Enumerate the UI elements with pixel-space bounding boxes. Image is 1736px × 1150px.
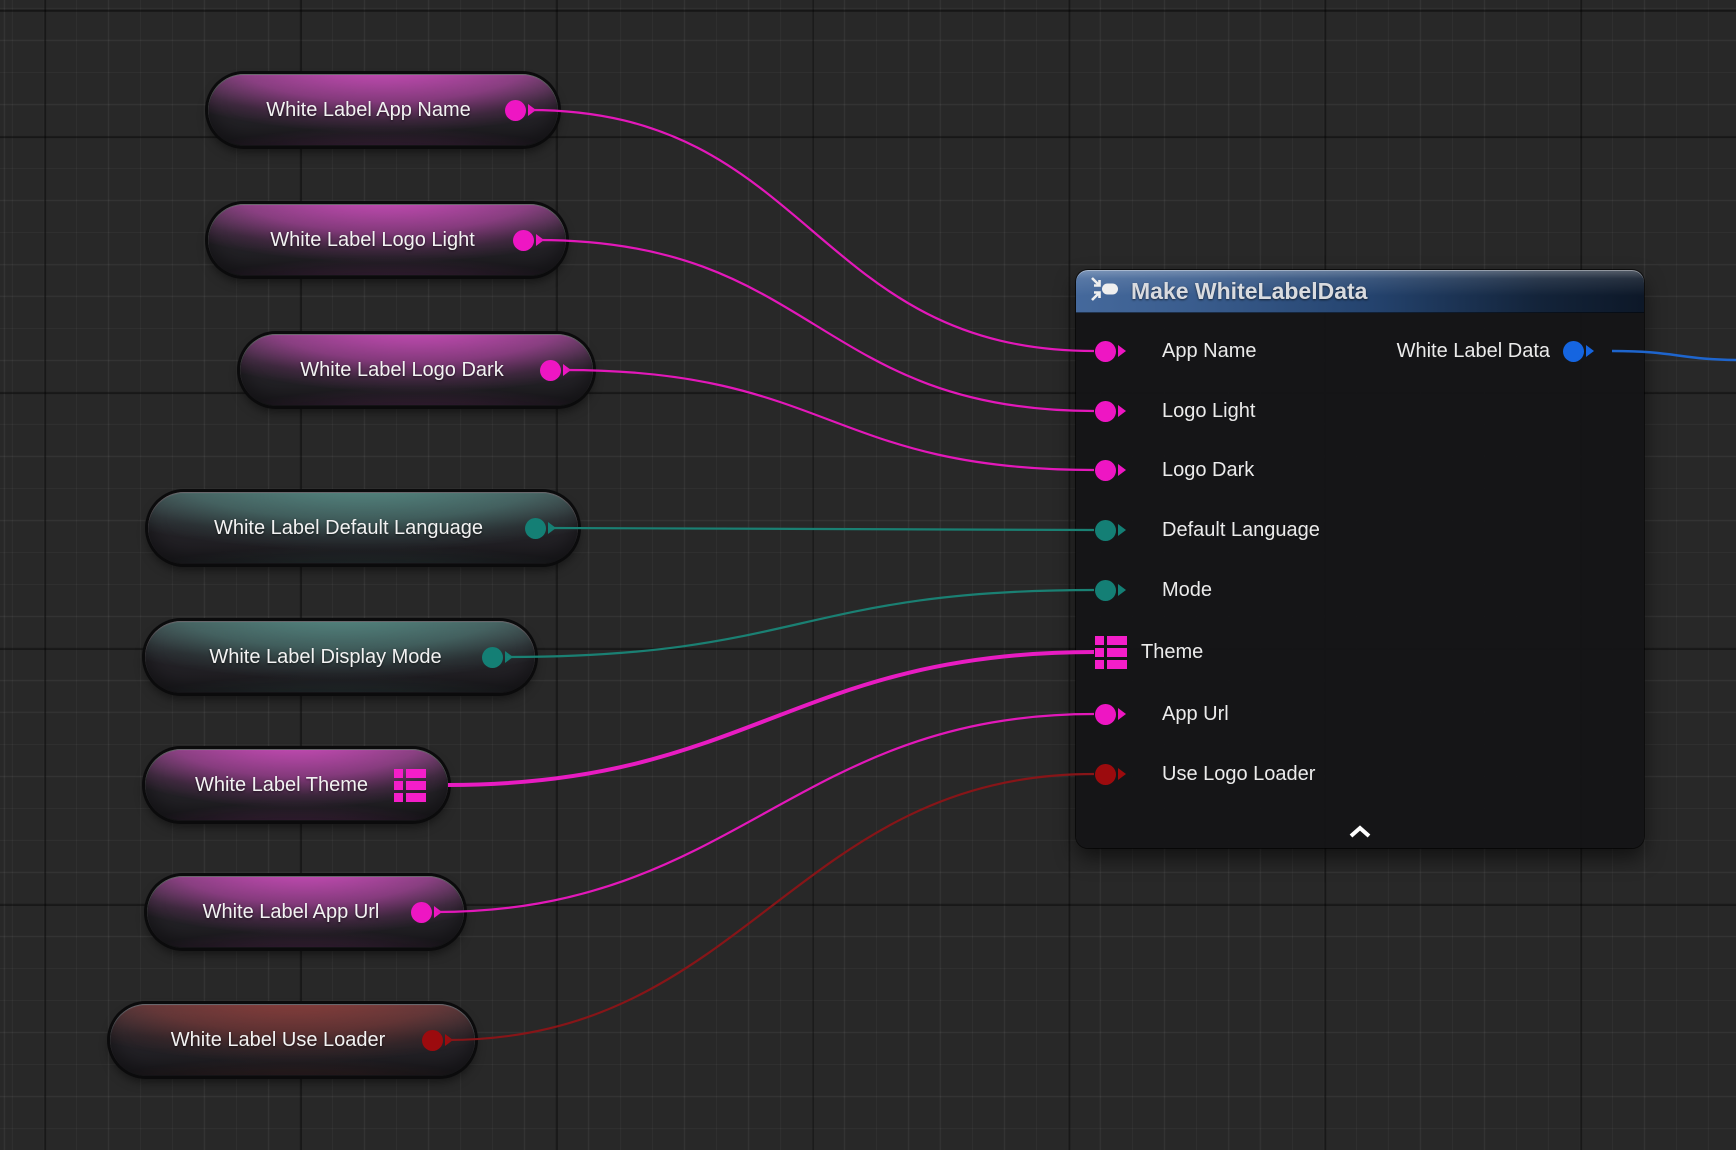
- var-node-white-label-logo-dark[interactable]: White Label Logo Dark: [240, 334, 593, 406]
- pin-circle: [513, 230, 534, 251]
- var-node-label: White Label Logo Light: [208, 229, 513, 252]
- var-node-label: White Label Display Mode: [145, 646, 482, 669]
- pin-circle: [505, 100, 526, 121]
- input-pin-label: App Url: [1162, 703, 1229, 726]
- var-node-white-label-theme[interactable]: White Label Theme: [145, 749, 448, 821]
- pin-circle: [1095, 460, 1116, 481]
- var-node-label: White Label App Name: [208, 99, 505, 122]
- input-pin-row: Use Logo Loader: [1095, 758, 1315, 790]
- pin-arrow: [1586, 345, 1594, 357]
- pin-arrow: [1118, 708, 1126, 720]
- var-node-white-label-logo-light[interactable]: White Label Logo Light: [208, 204, 566, 276]
- struct-grid-icon[interactable]: [394, 769, 426, 802]
- input-pin-label: Default Language: [1162, 519, 1320, 542]
- var-node-label: White Label Default Language: [148, 517, 525, 540]
- pin-circle: [422, 1030, 443, 1051]
- var-node-label: White Label Use Loader: [110, 1029, 422, 1052]
- input-pin-row: App Name: [1095, 335, 1257, 367]
- var-node-label: White Label Theme: [145, 774, 394, 797]
- var-node-white-label-app-name[interactable]: White Label App Name: [208, 74, 558, 146]
- input-pin-label: Theme: [1141, 641, 1203, 664]
- input-pin[interactable]: [1095, 704, 1126, 725]
- var-node-white-label-display-mode[interactable]: White Label Display Mode: [145, 621, 535, 693]
- pin-arrow: [1118, 584, 1126, 596]
- pin-circle: [540, 360, 561, 381]
- pin-circle: [1095, 580, 1116, 601]
- input-pin-label: App Name: [1162, 340, 1257, 363]
- input-pin-row: Logo Dark: [1095, 454, 1254, 486]
- output-pin-label: White Label Data: [1397, 340, 1550, 363]
- input-pin[interactable]: [1095, 401, 1126, 422]
- struct-grid-icon[interactable]: [1095, 636, 1127, 669]
- blueprint-graph-canvas[interactable]: White Label App Name White Label Logo Lig…: [0, 0, 1736, 1150]
- input-pin-row: Mode: [1095, 574, 1212, 606]
- make-whitelabeldata-node[interactable]: Make WhiteLabelData App Name Logo Light Log…: [1076, 270, 1644, 848]
- var-node-label: White Label App Url: [147, 901, 411, 924]
- output-pin-row: White Label Data: [1397, 335, 1616, 367]
- var-node-label: White Label Logo Dark: [240, 359, 540, 382]
- input-pin[interactable]: [1095, 580, 1126, 601]
- white-label-theme-output-pin[interactable]: [394, 769, 426, 802]
- make-struct-icon: [1090, 276, 1120, 307]
- input-pin-row: Theme: [1095, 636, 1203, 668]
- pin-circle: [482, 647, 503, 668]
- var-node-white-label-app-url[interactable]: White Label App Url: [147, 876, 464, 948]
- pin-arrow: [1118, 464, 1126, 476]
- pin-arrow: [1118, 768, 1126, 780]
- input-pin-label: Logo Dark: [1162, 459, 1254, 482]
- input-pin-label: Use Logo Loader: [1162, 763, 1315, 786]
- pin-arrow: [1118, 524, 1126, 536]
- pin-circle: [411, 902, 432, 923]
- var-node-white-label-default-language[interactable]: White Label Default Language: [148, 492, 578, 564]
- output-pin[interactable]: [1563, 341, 1594, 362]
- pin-circle: [1095, 704, 1116, 725]
- var-node-white-label-use-loader[interactable]: White Label Use Loader: [110, 1004, 475, 1076]
- theme-struct-pin[interactable]: [1095, 636, 1127, 669]
- input-pin[interactable]: [1095, 520, 1126, 541]
- input-pin[interactable]: [1095, 460, 1126, 481]
- pin-circle: [1095, 520, 1116, 541]
- pin-circle: [1563, 341, 1584, 362]
- input-pin[interactable]: [1095, 764, 1126, 785]
- input-pin[interactable]: [1095, 341, 1126, 362]
- node-header[interactable]: Make WhiteLabelData: [1076, 270, 1644, 313]
- pin-circle: [1095, 401, 1116, 422]
- pin-circle: [525, 518, 546, 539]
- nodes-layer: White Label App Name White Label Logo Lig…: [0, 0, 1736, 1150]
- input-pin-label: Logo Light: [1162, 400, 1255, 423]
- input-pin-row: Logo Light: [1095, 395, 1255, 427]
- pin-circle: [1095, 764, 1116, 785]
- input-pin-row: Default Language: [1095, 514, 1320, 546]
- input-pin-label: Mode: [1162, 579, 1212, 602]
- pin-arrow: [1118, 405, 1126, 417]
- pin-circle: [1095, 341, 1116, 362]
- input-pin-row: App Url: [1095, 698, 1229, 730]
- collapse-node-button[interactable]: [1338, 823, 1382, 840]
- node-title: Make WhiteLabelData: [1131, 278, 1367, 305]
- pin-arrow: [1118, 345, 1126, 357]
